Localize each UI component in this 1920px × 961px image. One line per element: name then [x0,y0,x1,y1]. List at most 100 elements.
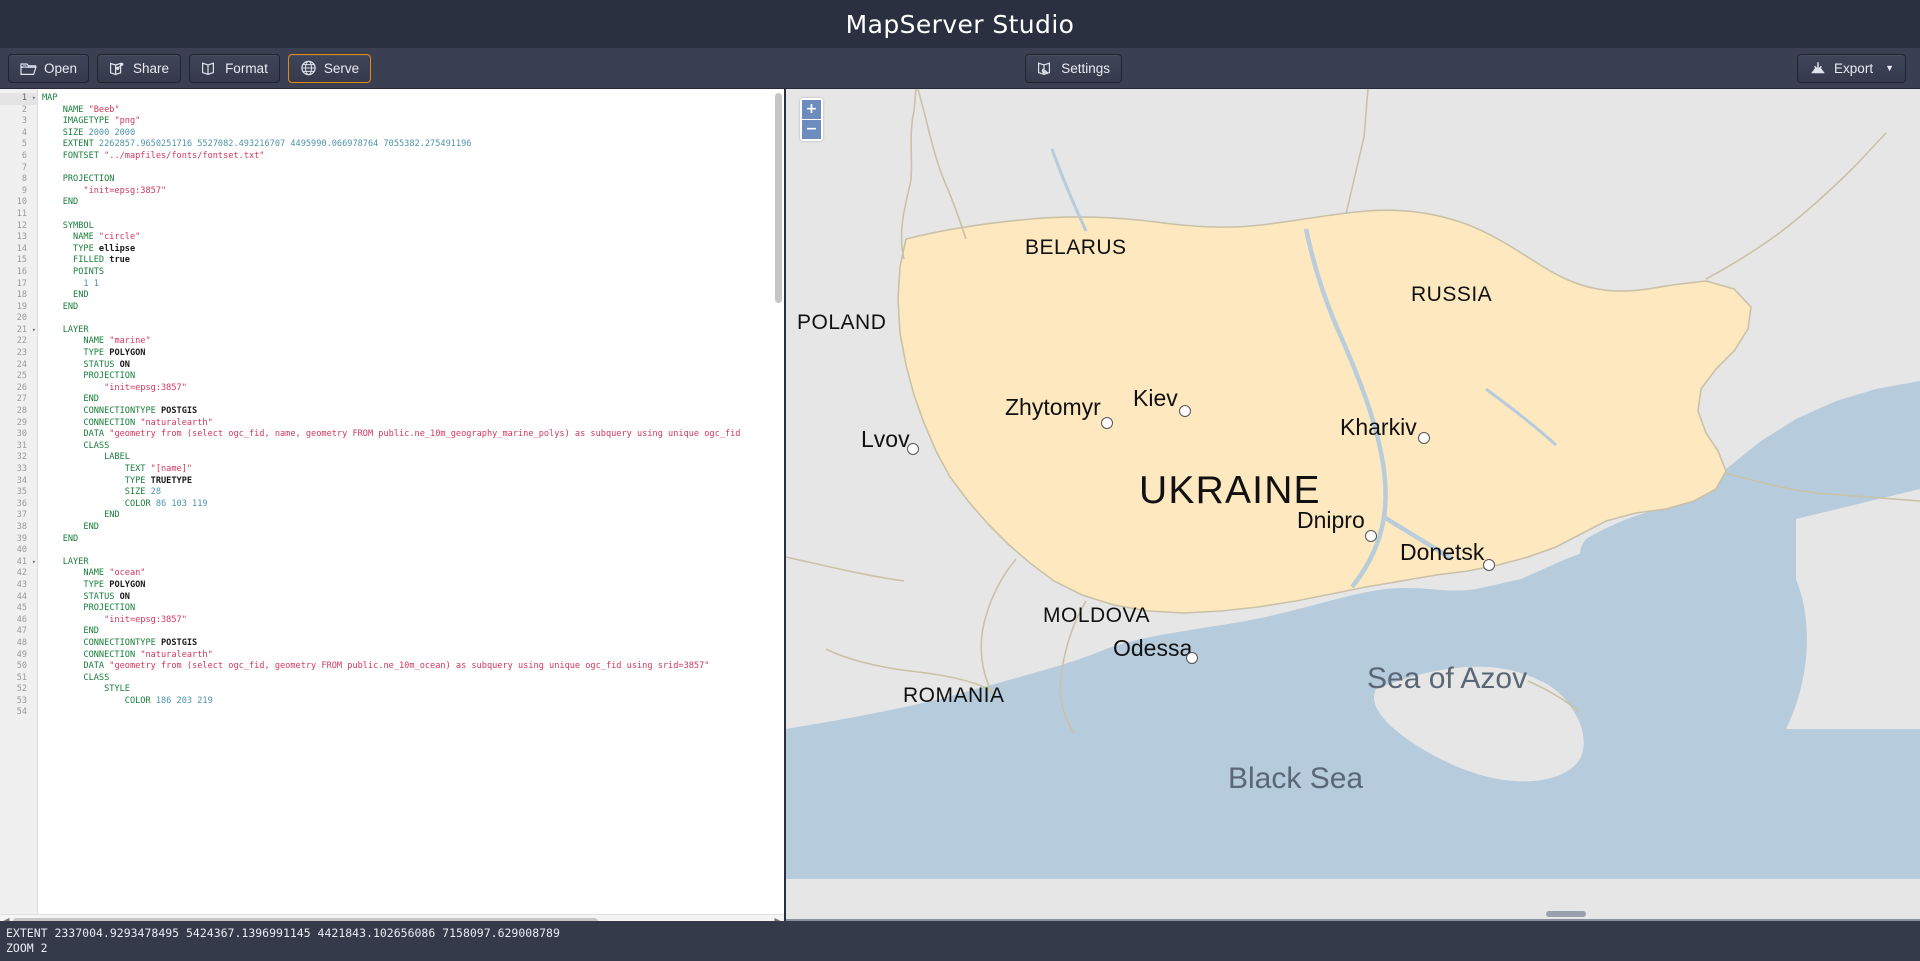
code-line[interactable]: FILLED true [42,255,784,267]
code-line[interactable]: SIZE 2000 2000 [42,128,784,140]
code-line[interactable]: LAYER [42,557,784,569]
code-line[interactable]: DATA "geometry from (select ogc_fid, nam… [42,429,784,441]
open-button[interactable]: Open [8,54,89,83]
code-line[interactable]: STATUS ON [42,592,784,604]
code-line[interactable]: PROJECTION [42,371,784,383]
code-line[interactable] [42,209,784,221]
code-line[interactable]: IMAGETYPE "png" [42,116,784,128]
map-hscroll-thumb[interactable] [1546,911,1586,917]
code-line[interactable]: PROJECTION [42,174,784,186]
code-line[interactable]: NAME "marine" [42,336,784,348]
city-marker-dnipro[interactable] [1365,530,1377,542]
code-line[interactable] [42,313,784,325]
city-marker-kharkiv[interactable] [1418,432,1430,444]
code-line[interactable]: DATA "geometry from (select ogc_fid, geo… [42,661,784,673]
code-line[interactable]: COLOR 186 203 219 [42,696,784,708]
open-button-label: Open [44,61,77,76]
format-button[interactable]: Format [189,54,280,83]
line-number: 43 [0,580,37,592]
line-number: 44 [0,592,37,604]
code-line[interactable]: END [42,626,784,638]
page-title: MapServer Studio [846,10,1075,39]
city-marker-lvov[interactable] [907,443,919,455]
code-line[interactable]: END [42,522,784,534]
code-line[interactable]: TYPE ellipse [42,244,784,256]
code-line[interactable]: FONTSET "../mapfiles/fonts/fontset.txt" [42,151,784,163]
code-token: POSTGIS [161,638,197,648]
code-line[interactable]: TYPE POLYGON [42,348,784,360]
code-content[interactable]: MAP NAME "Beeb" IMAGETYPE "png" SIZE 200… [38,89,784,914]
code-line[interactable]: CONNECTIONTYPE POSTGIS [42,406,784,418]
code-line[interactable]: MAP [42,93,784,105]
code-line[interactable]: EXTENT 2262857.9650251716 5527082.493216… [42,139,784,151]
map-label-belarus: BELARUS [1025,236,1127,260]
map-pane[interactable]: + − BELARUSRUSSIAPOLANDZhytomyrKievKhark… [786,89,1920,961]
code-line[interactable]: STATUS ON [42,360,784,372]
fold-toggle-icon[interactable]: ▾ [32,557,36,569]
code-line[interactable]: SIZE 28 [42,487,784,499]
code-line[interactable]: "init=epsg:3857" [42,186,784,198]
code-line[interactable]: STYLE [42,684,784,696]
code-line[interactable]: END [42,197,784,209]
title-bar: MapServer Studio [0,0,1920,48]
serve-button[interactable]: Serve [288,54,371,83]
code-line[interactable]: END [42,534,784,546]
code-line[interactable]: TYPE TRUETYPE [42,476,784,488]
code-line[interactable] [42,545,784,557]
code-line[interactable]: LABEL [42,452,784,464]
code-line[interactable]: PROJECTION [42,603,784,615]
code-line[interactable]: END [42,394,784,406]
code-line[interactable]: NAME "circle" [42,232,784,244]
editor-vertical-scrollbar[interactable] [773,89,784,914]
code-token: CONNECTIONTYPE [42,638,161,648]
line-number: 35 [0,487,37,499]
code-line[interactable]: NAME "ocean" [42,568,784,580]
city-marker-kiev[interactable] [1179,405,1191,417]
code-line[interactable]: END [42,290,784,302]
code-line[interactable]: NAME "Beeb" [42,105,784,117]
code-line[interactable]: CLASS [42,673,784,685]
line-number: 31 [0,441,37,453]
code-line[interactable]: "init=epsg:3857" [42,383,784,395]
code-line[interactable]: CONNECTIONTYPE POSTGIS [42,638,784,650]
code-token: TYPE [42,348,109,358]
code-token: DATA [42,429,109,439]
code-line[interactable]: CLASS [42,441,784,453]
map-horizontal-scrollbar[interactable] [786,910,1920,919]
code-line[interactable]: END [42,302,784,314]
fold-toggle-icon[interactable]: ▾ [32,325,36,337]
code-line[interactable]: CONNECTION "naturalearth" [42,418,784,430]
fold-toggle-icon[interactable]: ▾ [32,93,36,105]
code-line[interactable]: TEXT "[name]" [42,464,784,476]
city-marker-zhytomyr[interactable] [1101,417,1113,429]
code-line[interactable]: LAYER [42,325,784,337]
code-line[interactable]: "init=epsg:3857" [42,615,784,627]
editor-vscroll-thumb[interactable] [775,93,782,303]
code-token: 86 103 119 [156,499,208,509]
settings-button[interactable]: Settings [1025,54,1122,83]
code-line[interactable]: SYMBOL [42,221,784,233]
code-token: EXTENT [42,139,99,149]
code-token: IMAGETYPE [42,116,114,126]
format-button-label: Format [225,61,268,76]
code-editor[interactable]: 1▾23456789101112131415161718192021▾22232… [0,89,784,914]
export-button[interactable]: Export ▼ [1797,54,1906,83]
code-line[interactable]: COLOR 86 103 119 [42,499,784,511]
code-line[interactable]: END [42,510,784,522]
city-marker-odessa[interactable] [1186,652,1198,664]
code-line[interactable]: POINTS [42,267,784,279]
code-line[interactable]: CONNECTION "naturalearth" [42,650,784,662]
code-token: ON [120,360,130,370]
code-line[interactable] [42,163,784,175]
code-line[interactable] [42,707,784,719]
line-number: 47 [0,626,37,638]
line-number: 32 [0,452,37,464]
line-number: 19 [0,302,37,314]
city-marker-donetsk[interactable] [1483,559,1495,571]
share-button[interactable]: Share [97,54,181,83]
line-number: 5 [0,139,37,151]
code-line[interactable]: 1 1 [42,279,784,291]
code-token: true [109,255,130,265]
code-line[interactable]: TYPE POLYGON [42,580,784,592]
line-number: 41▾ [0,557,37,569]
